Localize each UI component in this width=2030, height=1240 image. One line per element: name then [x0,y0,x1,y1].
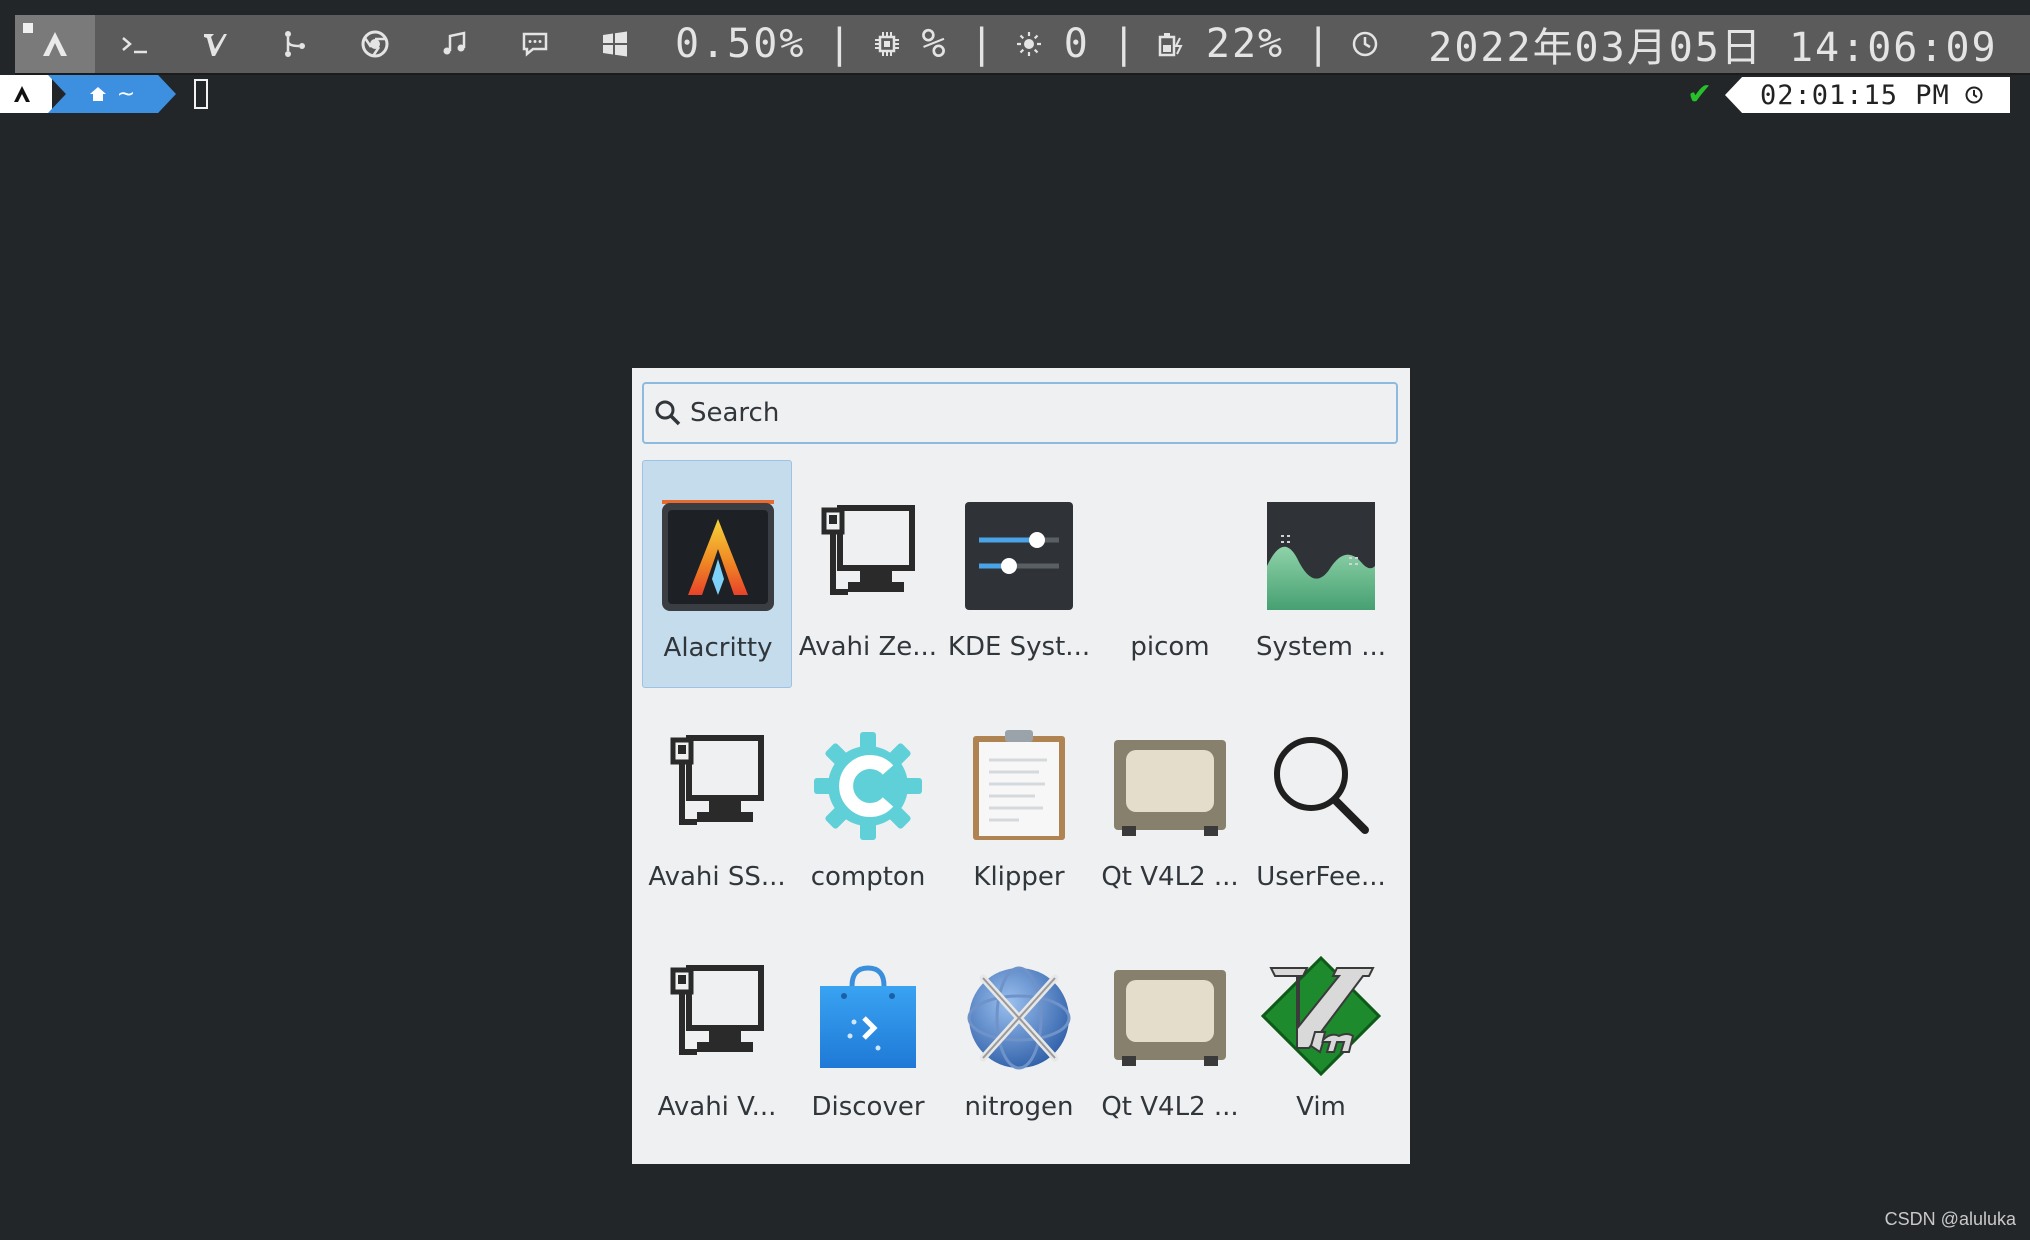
vim-logo-icon [1261,956,1381,1076]
app-label: Alacritty [663,633,773,663]
app-tile-discover[interactable]: Discover [793,920,943,1148]
brightness-value: 0 [1063,21,1090,67]
cpu-value: % [921,21,948,67]
workspace-7-button[interactable] [495,15,575,73]
cpu-status: % [872,21,948,67]
workspace-3-button[interactable] [175,15,255,73]
network-value: 0.50% [675,21,806,67]
windows-icon [603,31,627,57]
prompt-directory: ~ [116,81,136,107]
webcam-icon [1114,970,1226,1066]
app-label: Avahi SS... [648,862,786,892]
app-tile-klipper[interactable]: Klipper [944,690,1094,918]
app-label: Qt V4L2 ... [1101,862,1239,892]
app-label: picom [1130,632,1210,662]
separator: | [1111,21,1136,67]
prompt-os-segment [0,75,52,113]
prompt-directory-segment: ~ [48,75,176,113]
app-label: Vim [1296,1092,1346,1122]
battery-status: 22% [1156,21,1284,67]
nitrogen-icon [967,966,1071,1070]
separator: | [827,21,852,67]
clock-icon [1352,31,1378,57]
brightness-icon [1016,32,1041,56]
separator: | [969,21,994,67]
search-icon [655,400,681,426]
workspace-6-button[interactable] [415,15,495,73]
app-tile-nitrogen[interactable]: nitrogen [944,920,1094,1148]
app-tile-alacritty[interactable]: Alacritty [642,460,792,688]
git-branch-icon [285,31,305,57]
watermark: CSDN @aluluka [1884,1209,2016,1229]
status-ok-icon: ✔ [1687,77,1713,112]
terminal-icon [122,37,147,54]
app-label: Discover [811,1092,925,1122]
workspace-indicator [23,23,33,33]
clock-icon [1965,86,1983,104]
workspace-2-button[interactable] [95,15,175,73]
workspace-4-button[interactable] [255,15,335,73]
webcam-icon [1114,740,1226,836]
app-label: Avahi Ze... [798,632,938,662]
app-tile-compton[interactable]: compton [793,690,943,918]
app-label: nitrogen [964,1092,1074,1122]
vim-icon [204,34,227,56]
app-label: Qt V4L2 ... [1101,1092,1239,1122]
alacritty-icon [662,500,774,611]
music-icon [443,31,466,55]
workspace-5-button[interactable] [335,15,415,73]
clipboard-icon [973,730,1065,840]
chrome-icon [361,30,389,58]
magnifier-icon [1274,737,1369,834]
arch-icon [14,86,30,102]
app-label: compton [810,862,926,892]
network-status: 0.50% [675,21,805,67]
app-label: UserFee... [1256,862,1386,892]
kde-settings-icon [965,502,1073,610]
app-tile-vim[interactable]: Vim [1246,920,1396,1148]
battery-value: 22% [1205,21,1285,67]
app-label: KDE Syst... [947,632,1091,662]
search-box[interactable] [642,382,1398,444]
app-label: Avahi V... [657,1092,777,1122]
app-tile-picom[interactable]: picom [1095,460,1245,688]
system-monitor-icon [1267,502,1375,610]
prompt-time-segment: 02:01:15 PM [1725,77,2010,113]
app-tile-kde-system-settings[interactable]: KDE Syst... [944,460,1094,688]
brightness-status: 0 [1014,21,1090,67]
app-tile-avahi-ssh[interactable]: Avahi SS... [642,690,792,918]
search-input[interactable] [688,397,1372,429]
app-label: System ... [1255,632,1386,662]
shell-prompt: ~ ✔ 02:01:15 PM [0,75,2030,115]
clock-status: 2022年03月05日 14:06:09 [1350,15,1997,73]
battery-charging-icon [1158,33,1183,57]
app-tile-qt-v4l2-2[interactable]: Qt V4L2 ... [1095,920,1245,1148]
app-label: Klipper [973,862,1065,892]
avahi-network-icon [670,735,764,825]
home-icon [89,87,106,101]
clock-value: 2022年03月05日 14:06:09 [1428,25,1998,71]
app-tile-system-monitor[interactable]: System ... [1246,460,1396,688]
terminal-cursor [194,79,208,109]
picom-icon [1110,496,1230,616]
workspace-8-button[interactable] [575,15,655,73]
top-status-bar: 0.50% | % | 0 | 22% | 2022年03月05日 14:06:… [15,15,2030,75]
prompt-time: 02:01:15 PM [1760,79,1950,111]
app-tile-userfeedback[interactable]: UserFee... [1246,690,1396,918]
separator: | [1306,21,1331,67]
cpu-chip-icon [874,32,899,56]
compton-gear-icon [814,732,922,840]
app-launcher: Alacritty Avahi Ze... KDE Syst... picom [632,368,1410,1164]
app-tile-avahi-zeroconf[interactable]: Avahi Ze... [793,460,943,688]
app-tile-avahi-vnc[interactable]: Avahi V... [642,920,792,1148]
avahi-network-icon [821,505,915,595]
arch-icon [43,32,67,56]
chat-icon [522,32,548,57]
discover-bag-icon [820,965,916,1068]
avahi-network-icon [670,965,764,1055]
app-tile-qt-v4l2-1[interactable]: Qt V4L2 ... [1095,690,1245,918]
